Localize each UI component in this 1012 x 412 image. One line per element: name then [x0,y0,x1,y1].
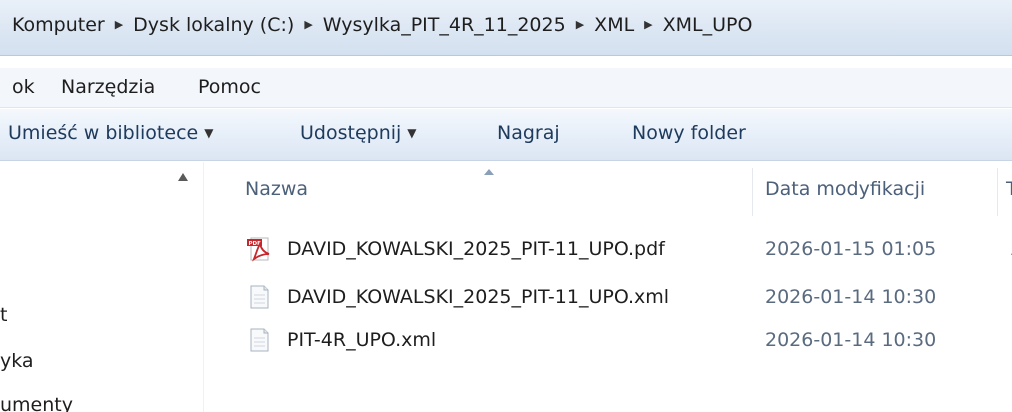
breadcrumb-xml-upo[interactable]: XML_UPO [659,14,757,36]
file-modified-date: 2026-01-15 01:05 [765,238,937,260]
burn-button[interactable]: Nagraj [497,122,560,144]
sort-ascending-icon [484,169,494,175]
breadcrumb-arrow-icon[interactable]: ▶ [298,18,318,31]
nav-item[interactable]: umenty [0,394,73,412]
address-bar[interactable]: Komputer ▶ Dysk lokalny (C:) ▶ Wysylka_P… [0,0,1012,56]
column-separator[interactable] [752,168,753,216]
new-folder-button[interactable]: Nowy folder [632,122,746,144]
share-label: Udostępnij [300,122,402,144]
breadcrumb-arrow-icon[interactable]: ▶ [570,18,590,31]
column-header-type[interactable]: T [1006,178,1012,200]
breadcrumb-local-disk[interactable]: Dysk lokalny (C:) [129,14,298,36]
breadcrumb-shipment-folder[interactable]: Wysylka_PIT_4R_11_2025 [319,14,570,36]
navigation-pane [0,162,203,412]
menu-view[interactable]: ok [12,76,35,98]
breadcrumb-arrow-icon[interactable]: ▶ [109,18,129,31]
column-header-name[interactable]: Nazwa [245,178,308,200]
menu-bar: ok Narzędzia Pomoc [0,68,1012,108]
share-button[interactable]: Udostępnij ▼ [300,122,417,144]
breadcrumb-computer[interactable]: Komputer [8,14,109,36]
breadcrumb: Komputer ▶ Dysk lokalny (C:) ▶ Wysylka_P… [8,14,756,36]
xml-file-icon [250,328,269,352]
nav-item[interactable]: yka [0,350,34,372]
chevron-down-icon: ▼ [204,126,214,140]
chevron-down-icon: ▼ [407,126,417,140]
file-row[interactable]: DAVID_KOWALSKI_2025_PIT-11_UPO.xml 2026-… [245,280,1012,318]
file-row[interactable]: PDF DAVID_KOWALSKI_2025_PIT-11_UPO.pdf 2… [245,232,1012,270]
include-in-library-label: Umieść w bibliotece [8,122,199,144]
breadcrumb-xml[interactable]: XML [590,14,638,36]
menu-tools[interactable]: Narzędzia [61,76,155,98]
include-in-library-button[interactable]: Umieść w bibliotece ▼ [8,122,213,144]
column-separator[interactable] [997,168,998,216]
breadcrumb-arrow-icon[interactable]: ▶ [638,18,658,31]
file-row[interactable]: PIT-4R_UPO.xml 2026-01-14 10:30 P [245,323,1012,361]
file-name: DAVID_KOWALSKI_2025_PIT-11_UPO.pdf [287,238,665,260]
nav-item[interactable]: t [0,304,7,326]
file-name: PIT-4R_UPO.xml [287,329,437,351]
column-header-modified[interactable]: Data modyfikacji [765,178,925,200]
pdf-file-icon: PDF [247,237,270,262]
command-bar: Umieść w bibliotece ▼ Udostępnij ▼ Nagraj … [0,109,1012,161]
scroll-up-arrow-icon[interactable] [177,172,189,182]
file-modified-date: 2026-01-14 10:30 [765,286,937,308]
menu-help[interactable]: Pomoc [198,76,261,98]
xml-file-icon [250,285,269,309]
file-modified-date: 2026-01-14 10:30 [765,329,937,351]
pane-divider[interactable] [203,162,204,412]
file-name: DAVID_KOWALSKI_2025_PIT-11_UPO.xml [287,286,670,308]
